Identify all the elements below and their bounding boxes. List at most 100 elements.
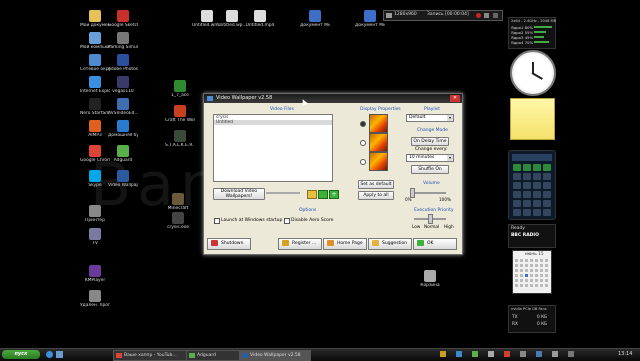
tray-icon[interactable] — [568, 351, 574, 357]
taskbar-item-youtube[interactable]: Ваше хаппр - YouTub... — [113, 350, 195, 361]
calendar-day[interactable] — [535, 264, 538, 267]
desktop-icon[interactable]: KMPlayer — [80, 265, 110, 283]
calculator-key[interactable] — [533, 191, 541, 198]
calculator-key[interactable] — [513, 182, 521, 189]
calculator-key[interactable] — [513, 191, 521, 198]
calendar-day[interactable] — [545, 284, 548, 287]
record-stop-button[interactable] — [476, 13, 481, 18]
calendar-day[interactable] — [535, 274, 538, 277]
display1-radio[interactable] — [360, 121, 366, 127]
calendar-day[interactable] — [530, 259, 533, 262]
record-pause-button[interactable] — [484, 13, 489, 18]
calendar-day[interactable] — [545, 279, 548, 282]
desktop-icon[interactable]: AIMP3 — [80, 120, 110, 138]
ok-button[interactable]: OK — [413, 238, 457, 250]
video-file-list[interactable]: crysis Untitled — [213, 114, 333, 182]
shutdown-button[interactable]: Shutdown — [207, 238, 251, 250]
desktop-icon[interactable]: Video Wallpaper — [108, 170, 138, 188]
desktop-icon[interactable]: 1_7_ace — [165, 80, 195, 98]
calendar-day[interactable] — [525, 274, 528, 277]
calendar-day[interactable] — [520, 274, 523, 277]
taskbar-item-video-wallpaper[interactable]: Video Wallpaper v2.58 — [239, 350, 311, 361]
calculator-key[interactable] — [543, 164, 551, 171]
calendar-day[interactable] — [530, 274, 533, 277]
calendar-day[interactable] — [540, 264, 543, 267]
desktop-icon[interactable]: Домашняя бухгалтерия — [108, 120, 138, 138]
tray-icon[interactable] — [536, 351, 542, 357]
calendar-day[interactable] — [515, 279, 518, 282]
tray-icon[interactable] — [552, 351, 558, 357]
calculator-key[interactable] — [523, 200, 531, 207]
calendar-day[interactable] — [540, 274, 543, 277]
tray-icon[interactable] — [472, 351, 478, 357]
desktop-icon[interactable]: Документ Microsoft... — [300, 10, 330, 28]
calendar-day[interactable] — [520, 269, 523, 272]
desktop-icon[interactable]: Мои документы — [80, 10, 110, 28]
calendar-day[interactable] — [525, 269, 528, 272]
calendar-day[interactable] — [515, 259, 518, 262]
remove-icon[interactable] — [318, 190, 328, 199]
disable-aero-checkbox[interactable] — [284, 218, 290, 224]
calculator-key[interactable] — [533, 173, 541, 180]
calculator-key[interactable] — [543, 182, 551, 189]
calendar-day[interactable] — [525, 279, 528, 282]
calendar-day[interactable] — [540, 259, 543, 262]
tray-icon[interactable] — [456, 351, 462, 357]
desktop-icon[interactable]: Nero StartSmart — [80, 98, 110, 116]
quicklaunch-ie-icon[interactable] — [46, 351, 53, 358]
calculator-key[interactable] — [513, 209, 521, 216]
on-delay-button[interactable]: On Delay Time — [411, 137, 449, 146]
priority-thumb[interactable] — [428, 214, 433, 224]
file-slider[interactable] — [266, 192, 300, 194]
set-default-button[interactable]: Set as default — [358, 180, 394, 189]
tray-icon[interactable] — [488, 351, 494, 357]
folder-icon[interactable] — [307, 190, 317, 199]
desktop-icon[interactable]: Minecraft — [163, 193, 193, 211]
desktop-icon[interactable]: Untitled.mp4 — [245, 10, 275, 28]
calendar-day[interactable] — [545, 274, 548, 277]
tray-icon[interactable] — [520, 351, 526, 357]
calculator-key[interactable] — [523, 173, 531, 180]
calendar-day[interactable] — [515, 269, 518, 272]
calendar-day[interactable] — [520, 259, 523, 262]
suggestion-button[interactable]: Suggestion — [368, 238, 412, 250]
sticky-note-gadget[interactable] — [510, 98, 555, 140]
record-close-button[interactable] — [493, 13, 498, 18]
calendar-day[interactable] — [535, 284, 538, 287]
calendar-day[interactable] — [535, 269, 538, 272]
calendar-day[interactable] — [545, 269, 548, 272]
desktop-icon[interactable]: TV — [80, 228, 110, 246]
calendar-day[interactable] — [545, 259, 548, 262]
calculator-key[interactable] — [513, 173, 521, 180]
shuffle-button[interactable]: Shuffle On — [411, 165, 449, 174]
calculator-key[interactable] — [523, 182, 531, 189]
calendar-day[interactable] — [520, 279, 523, 282]
quicklaunch-desktop-icon[interactable] — [56, 351, 63, 358]
download-video-button[interactable]: Download Video Wallpapers! — [213, 188, 265, 200]
desktop-icon[interactable]: Internet Explorer — [80, 76, 110, 94]
change-every-select[interactable]: 10 minutes ▾ — [406, 154, 454, 162]
calculator-key[interactable] — [523, 209, 531, 216]
calendar-day[interactable] — [535, 259, 538, 262]
desktop-icon[interactable]: vegas110 — [108, 76, 138, 94]
calendar-day[interactable] — [535, 279, 538, 282]
volume-slider[interactable] — [410, 192, 446, 194]
calendar-day[interactable] — [520, 284, 523, 287]
desktop-icon[interactable]: Google Chrome — [80, 145, 110, 163]
list-item[interactable]: Untitled — [214, 120, 332, 125]
desktop-icon[interactable]: Adobe Photosh... — [108, 54, 138, 72]
calendar-day[interactable] — [540, 284, 543, 287]
calendar-day[interactable] — [525, 284, 528, 287]
display2-radio[interactable] — [360, 140, 366, 146]
calendar-day[interactable] — [530, 284, 533, 287]
add-icon[interactable]: + — [329, 190, 339, 199]
desktop-icon[interactable]: Google SketchUp 8 — [108, 10, 138, 28]
calculator-key[interactable] — [533, 164, 541, 171]
calendar-day[interactable] — [545, 264, 548, 267]
calendar-day[interactable] — [515, 264, 518, 267]
start-button[interactable]: пуск — [2, 350, 40, 359]
desktop-icon[interactable]: S.T.A.L.K.E.R. - Тень Черноб... — [165, 130, 195, 148]
launch-startup-checkbox[interactable] — [214, 218, 220, 224]
desktop-icon[interactable]: Мой компьютер — [80, 32, 110, 50]
desktop-icon[interactable]: Сетевое окружение — [80, 54, 110, 72]
